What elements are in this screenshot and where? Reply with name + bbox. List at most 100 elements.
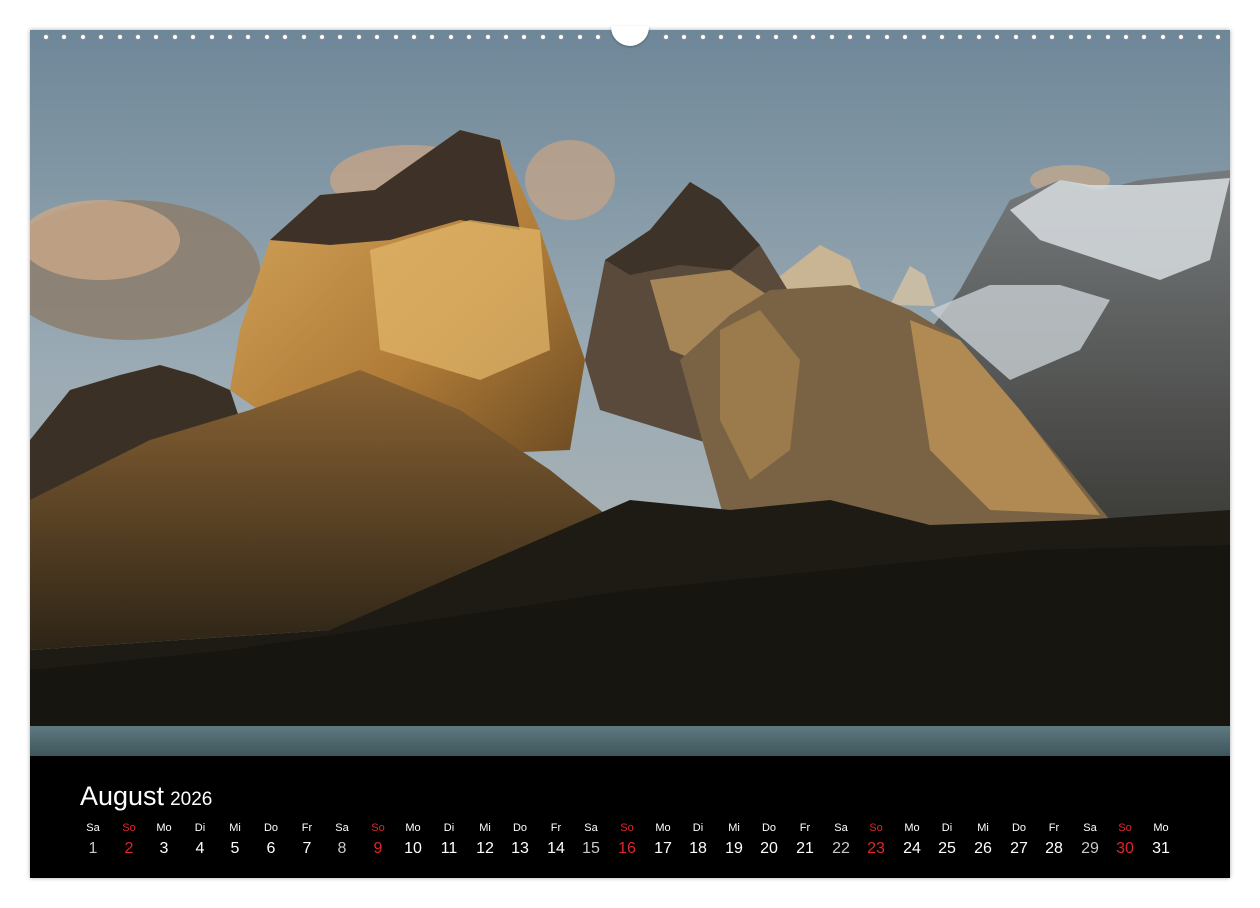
- day-number: 30: [1116, 840, 1134, 857]
- binding-hole: [209, 34, 215, 40]
- day-name: So: [869, 822, 883, 834]
- binding-hole: [448, 34, 454, 40]
- binding-hole: [374, 34, 380, 40]
- binding-hole: [227, 34, 233, 40]
- binding-hole: [681, 34, 687, 40]
- binding-hole: [429, 34, 435, 40]
- binding-hole: [1105, 34, 1111, 40]
- day-name: Mi: [479, 822, 491, 834]
- binding-hole: [884, 34, 890, 40]
- day-number: 13: [511, 840, 529, 857]
- day-name: Mo: [156, 822, 172, 834]
- day-number: 31: [1152, 840, 1170, 857]
- binding-hole: [172, 34, 178, 40]
- day-name: Fr: [799, 822, 811, 834]
- binding-hole: [1160, 34, 1166, 40]
- binding-hole: [1031, 34, 1037, 40]
- day-name: So: [620, 822, 634, 834]
- day-number: 4: [195, 840, 205, 857]
- binding-hole: [245, 34, 251, 40]
- day-name: So: [1118, 822, 1132, 834]
- day-number: 29: [1081, 840, 1099, 857]
- day-number: 17: [654, 840, 672, 857]
- binding-hole: [117, 34, 123, 40]
- binding-hole: [847, 34, 853, 40]
- day-name: Do: [263, 822, 279, 834]
- binding-hole: [921, 34, 927, 40]
- day-grid: Sa 1 So 2 Mo 3 Di 4 Mi 5 Do 6 Fr 7 Sa 8 So 9 Mo 10 Di 11 Mi 12 D…: [30, 756, 1230, 878]
- day-name: Di: [692, 822, 704, 834]
- day-name: Di: [941, 822, 953, 834]
- day-name: Do: [1011, 822, 1027, 834]
- day-number: 1: [88, 840, 98, 857]
- binding-hole: [485, 34, 491, 40]
- binding-hole: [700, 34, 706, 40]
- binding-hole: [577, 34, 583, 40]
- binding-hole: [301, 34, 307, 40]
- day-name: Di: [443, 822, 455, 834]
- day-number: 27: [1010, 840, 1028, 857]
- binding-hole: [1215, 34, 1221, 40]
- binding-hole: [1013, 34, 1019, 40]
- day-number: 2: [124, 840, 134, 857]
- binding-hole: [792, 34, 798, 40]
- day-number: 22: [832, 840, 850, 857]
- day-name: Sa: [335, 822, 349, 834]
- binding-hole: [337, 34, 343, 40]
- day-number: 15: [582, 840, 600, 857]
- day-name: Di: [194, 822, 206, 834]
- binding-hole: [153, 34, 159, 40]
- binding-hole: [282, 34, 288, 40]
- day-name: Mi: [728, 822, 740, 834]
- binding-hole: [98, 34, 104, 40]
- day-name: Sa: [584, 822, 598, 834]
- binding-hole: [773, 34, 779, 40]
- day-number: 18: [689, 840, 707, 857]
- binding-hole: [393, 34, 399, 40]
- binding-hole: [1123, 34, 1129, 40]
- day-number: 12: [476, 840, 494, 857]
- binding-hole: [976, 34, 982, 40]
- binding-hole: [80, 34, 86, 40]
- binding-hole: [503, 34, 509, 40]
- binding-hole: [1197, 34, 1203, 40]
- day-number: 16: [618, 840, 636, 857]
- binding-hole: [264, 34, 270, 40]
- binding-hole: [521, 34, 527, 40]
- day-name: Sa: [86, 822, 100, 834]
- binding-hole: [829, 34, 835, 40]
- day-name: Sa: [834, 822, 848, 834]
- day-number: 3: [159, 840, 169, 857]
- day-number: 25: [938, 840, 956, 857]
- binding-hole: [595, 34, 601, 40]
- day-number: 20: [760, 840, 778, 857]
- day-name: Fr: [550, 822, 562, 834]
- mountain-photo: [30, 30, 1230, 756]
- day-name: So: [371, 822, 385, 834]
- day-number: 10: [404, 840, 422, 857]
- day-number: 14: [547, 840, 565, 857]
- day-name: Fr: [1048, 822, 1060, 834]
- day-number: 26: [974, 840, 992, 857]
- binding-hole: [865, 34, 871, 40]
- day-number: 24: [903, 840, 921, 857]
- day-name: Mo: [655, 822, 671, 834]
- binding-hole: [939, 34, 945, 40]
- day-name: Mi: [977, 822, 989, 834]
- binding-hole: [356, 34, 362, 40]
- day-number: 9: [373, 840, 383, 857]
- binding-hole: [755, 34, 761, 40]
- binding-hole: [957, 34, 963, 40]
- binding-hole: [994, 34, 1000, 40]
- day-number: 11: [440, 840, 458, 857]
- binding-hole: [43, 34, 49, 40]
- day-number: 7: [302, 840, 312, 857]
- day-name: Fr: [301, 822, 313, 834]
- day-number: 21: [796, 840, 814, 857]
- binding-hole: [663, 34, 669, 40]
- day-number: 8: [337, 840, 347, 857]
- day-name: So: [122, 822, 136, 834]
- day-name: Mo: [904, 822, 920, 834]
- calendar-page: August 2026 Sa 1 So 2 Mo 3 Di 4 Mi 5 Do 6 Fr 7 Sa 8 So 9 Mo…: [30, 26, 1230, 878]
- binding-hole: [411, 34, 417, 40]
